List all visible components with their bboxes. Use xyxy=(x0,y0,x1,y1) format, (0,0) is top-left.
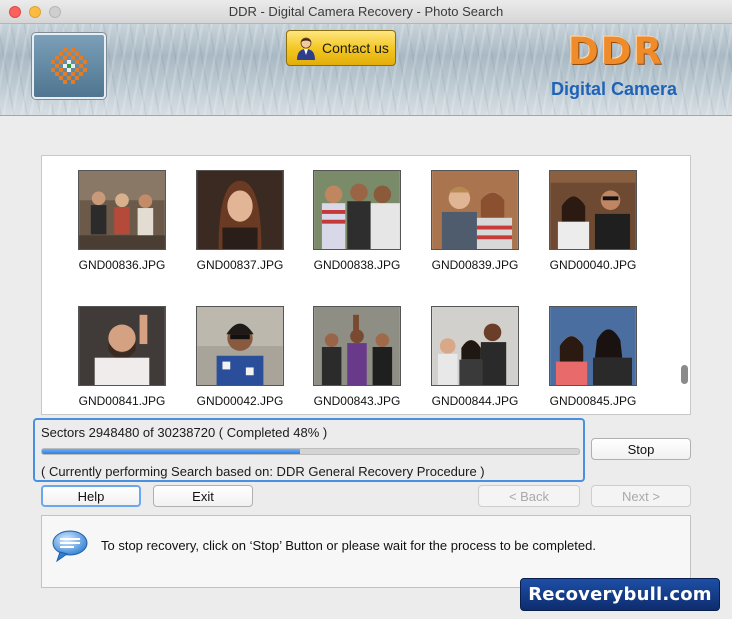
exit-button[interactable]: Exit xyxy=(153,485,253,507)
search-status-text: ( Currently performing Search based on: … xyxy=(41,464,485,479)
sectors-progress-text: Sectors 2948480 of 30238720 ( Completed … xyxy=(41,425,328,440)
window-title: DDR - Digital Camera Recovery - Photo Se… xyxy=(228,4,504,19)
speech-bubble-icon xyxy=(52,530,88,563)
file-name: GND00838.JPG xyxy=(313,258,401,272)
next-button[interactable]: Next > xyxy=(591,485,691,507)
thumbnail-item[interactable]: GND00839.JPG xyxy=(420,170,530,272)
file-name: GND00843.JPG xyxy=(313,394,401,408)
brand-title: DDR xyxy=(568,30,664,73)
title-bar: DDR - Digital Camera Recovery - Photo Se… xyxy=(0,0,732,24)
file-name: GND00040.JPG xyxy=(549,258,637,272)
file-name: GND00837.JPG xyxy=(196,258,284,272)
file-name: GND00844.JPG xyxy=(431,394,519,408)
photo-thumbnail[interactable] xyxy=(78,170,166,250)
thumbnail-item[interactable]: GND00841.JPG xyxy=(67,306,177,408)
file-name: GND00042.JPG xyxy=(196,394,284,408)
thumbnail-item[interactable]: GND00837.JPG xyxy=(185,170,295,272)
back-button[interactable]: < Back xyxy=(478,485,580,507)
photo-thumbnail[interactable] xyxy=(78,306,166,386)
thumbnail-item[interactable]: GND00843.JPG xyxy=(302,306,412,408)
file-name: GND00836.JPG xyxy=(78,258,166,272)
group-photo-image xyxy=(314,171,400,249)
portrait-photo-image xyxy=(79,307,165,385)
group-photo-image xyxy=(550,307,636,385)
photo-thumbnail[interactable] xyxy=(313,170,401,250)
checker-logo-icon xyxy=(51,48,87,84)
contact-us-label: Contact us xyxy=(322,40,389,56)
photo-thumbnail[interactable] xyxy=(549,306,637,386)
gallery-scrollbar[interactable] xyxy=(681,365,688,384)
info-message: To stop recovery, click on ‘Stop’ Button… xyxy=(101,538,596,553)
file-name: GND00839.JPG xyxy=(431,258,519,272)
group-photo-image xyxy=(432,307,518,385)
photo-thumbnail[interactable] xyxy=(431,170,519,250)
watermark-badge: Recoverybull.com xyxy=(520,578,720,611)
thumbnail-item[interactable]: GND00042.JPG xyxy=(185,306,295,408)
header-banner: Contact us DDR Digital Camera xyxy=(0,24,732,116)
progress-bar xyxy=(41,448,580,455)
thumbnail-item[interactable]: GND00845.JPG xyxy=(538,306,648,408)
group-photo-image xyxy=(79,171,165,249)
group-photo-image xyxy=(314,307,400,385)
photo-thumbnail[interactable] xyxy=(313,306,401,386)
contact-us-button[interactable]: Contact us xyxy=(286,30,396,66)
thumbnail-item[interactable]: GND00838.JPG xyxy=(302,170,412,272)
person-icon xyxy=(297,37,315,60)
couple-photo-image xyxy=(550,171,636,249)
brand-subtitle: Digital Camera xyxy=(551,79,678,99)
help-button[interactable]: Help xyxy=(41,485,141,507)
photo-thumbnail[interactable] xyxy=(549,170,637,250)
stop-button[interactable]: Stop xyxy=(591,438,691,460)
file-name: GND00841.JPG xyxy=(78,394,166,408)
file-name: GND00845.JPG xyxy=(549,394,637,408)
portrait-photo-image xyxy=(197,171,283,249)
portrait-photo-image xyxy=(197,307,283,385)
thumbnail-item[interactable]: GND00844.JPG xyxy=(420,306,530,408)
photo-thumbnail[interactable] xyxy=(431,306,519,386)
thumbnail-item[interactable]: GND00040.JPG xyxy=(538,170,648,272)
watermark-text: Recoverybull.com xyxy=(528,584,712,605)
recovery-progress-panel: Sectors 2948480 of 30238720 ( Completed … xyxy=(33,418,585,482)
photo-thumbnail[interactable] xyxy=(196,306,284,386)
thumbnail-item[interactable]: GND00836.JPG xyxy=(67,170,177,272)
progress-bar-fill xyxy=(42,449,300,454)
app-logo xyxy=(32,33,106,99)
photo-thumbnail[interactable] xyxy=(196,170,284,250)
couple-photo-image xyxy=(432,171,518,249)
